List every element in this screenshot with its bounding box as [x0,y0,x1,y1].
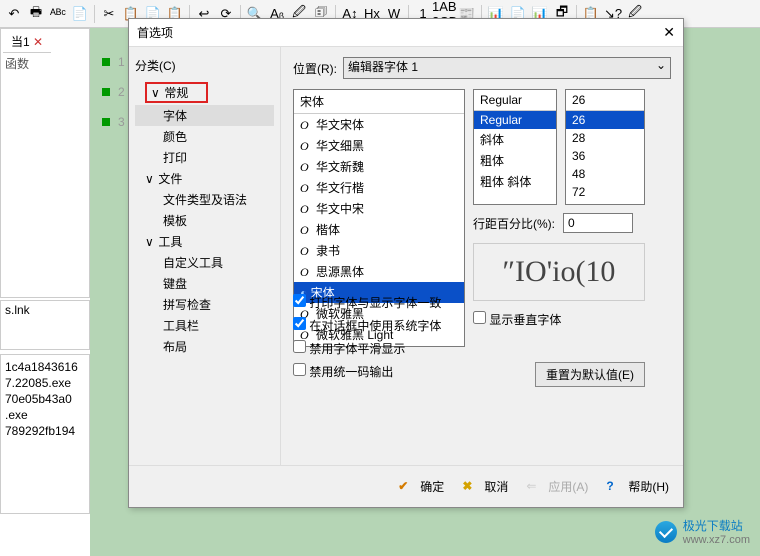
left-panel-files: 1c4a18436167.22085.exe70e05b43a0.exe7892… [0,354,90,514]
toolbar-icon[interactable]: 🖶 [26,4,46,24]
font-item[interactable]: O 华文新魏 [294,156,464,177]
cancel-button[interactable]: 取消 [462,478,508,495]
category-label: 分类(C) [135,57,274,74]
style-list-header: Regular [474,90,556,111]
tree-item[interactable]: 键盘 [135,273,274,294]
position-label: 位置(R): [293,60,337,77]
watermark-name: 极光下载站 [683,517,750,534]
function-panel-header: 函数 [1,55,89,73]
cancel-icon [462,479,478,495]
apply-icon [526,479,542,495]
category-panel: 分类(C) ∨ 常规字体颜色打印∨ 文件文件类型及语法模板∨ 工具自定义工具键盘… [129,47,281,465]
tree-item[interactable]: 拼写检查 [135,294,274,315]
dialog-titlebar: 首选项 ✕ [129,19,683,47]
watermark-logo-icon [655,521,677,543]
tree-item[interactable]: 自定义工具 [135,252,274,273]
line-numbers: 123 [102,55,125,145]
font-item[interactable]: O 楷体 [294,219,464,240]
tree-item[interactable]: 工具栏 [135,315,274,336]
toolbar-icon[interactable]: 📄 [70,4,90,24]
tree-item[interactable]: 文件类型及语法 [135,189,274,210]
font-list-header: 宋体 [294,90,464,114]
position-select[interactable]: 编辑器字体 1 ⌄ [343,57,671,79]
file-item[interactable]: 70e05b43a0 [3,391,87,407]
ok-button[interactable]: 确定 [398,478,444,495]
style-listbox[interactable]: Regular Regular斜体粗体粗体 斜体 [473,89,557,205]
spacing-label: 行距百分比(%): [473,215,555,232]
help-button[interactable]: 帮助(H) [606,478,669,495]
size-item[interactable]: 48 [566,165,644,183]
option-checkbox[interactable]: 打印字体与显示字体一致 [293,291,465,314]
tree-item[interactable]: 布局 [135,336,274,357]
option-checkbox[interactable]: 禁用统一码输出 [293,360,465,383]
style-item[interactable]: 斜体 [474,129,556,150]
file-item[interactable]: 789292fb194 [3,423,87,439]
close-icon[interactable]: ✕ [663,24,675,41]
dialog-title: 首选项 [137,24,173,41]
watermark-url: www.xz7.com [683,534,750,546]
link-item[interactable]: s.lnk [5,303,85,317]
font-item[interactable]: O 思源黑体 [294,261,464,282]
tree-item[interactable]: 字体 [135,105,274,126]
file-item[interactable]: 7.22085.exe [3,375,87,391]
tree-item[interactable]: ∨ 文件 [135,168,274,189]
apply-button[interactable]: 应用(A) [526,478,588,495]
left-panel-top: 当1 ✕ 函数 [0,28,90,298]
size-item[interactable]: 26 [566,111,644,129]
tree-item[interactable]: 颜色 [135,126,274,147]
tree-item[interactable]: 打印 [135,147,274,168]
document-tab[interactable]: 当1 ✕ [3,31,51,53]
watermark: 极光下载站 www.xz7.com [655,517,750,546]
size-item[interactable]: 28 [566,129,644,147]
chevron-down-icon: ⌄ [656,58,666,72]
help-icon [606,479,622,495]
size-list-header: 26 [566,90,644,111]
file-item[interactable]: 1c4a1843616 [3,359,87,375]
preferences-dialog: 首选项 ✕ 分类(C) ∨ 常规字体颜色打印∨ 文件文件类型及语法模板∨ 工具自… [128,18,684,508]
style-item[interactable]: 粗体 斜体 [474,171,556,192]
toolbar-icon[interactable]: ᴬᴮᶜ [48,4,68,24]
font-item[interactable]: O 隶书 [294,240,464,261]
vertical-font-checkbox[interactable]: 显示垂直字体 [473,311,645,328]
size-item[interactable]: 72 [566,183,644,201]
left-panel-mid: s.lnk [0,300,90,350]
dialog-button-bar: 确定 取消 应用(A) 帮助(H) [129,465,683,507]
font-item[interactable]: O 华文宋体 [294,114,464,135]
toolbar-icon[interactable]: ✂ [99,4,119,24]
size-listbox[interactable]: 26 2628364872 [565,89,645,205]
style-item[interactable]: Regular [474,111,556,129]
tab-close-icon[interactable]: ✕ [33,35,43,49]
style-item[interactable]: 粗体 [474,150,556,171]
restore-defaults-button[interactable]: 重置为默认值(E) [535,362,645,387]
spacing-input[interactable] [563,213,633,233]
font-item[interactable]: O 华文细黑 [294,135,464,156]
font-preview: ″IO'io(10 [473,243,645,301]
tree-item[interactable]: 模板 [135,210,274,231]
font-item[interactable]: O 华文行楷 [294,177,464,198]
size-item[interactable]: 36 [566,147,644,165]
check-icon [398,479,414,495]
settings-panel: 位置(R): 编辑器字体 1 ⌄ 宋体 O 华文宋体O 华文细黑O 华文新魏O … [281,47,683,465]
option-checkbox[interactable]: 在对话框中使用系统字体 [293,314,465,337]
toolbar-icon[interactable]: ↶ [4,4,24,24]
tree-item[interactable]: ∨ 常规 [135,80,274,105]
tree-item[interactable]: ∨ 工具 [135,231,274,252]
category-tree[interactable]: ∨ 常规字体颜色打印∨ 文件文件类型及语法模板∨ 工具自定义工具键盘拼写检查工具… [135,80,274,357]
font-item[interactable]: O 华文中宋 [294,198,464,219]
file-item[interactable]: .exe [3,407,87,423]
